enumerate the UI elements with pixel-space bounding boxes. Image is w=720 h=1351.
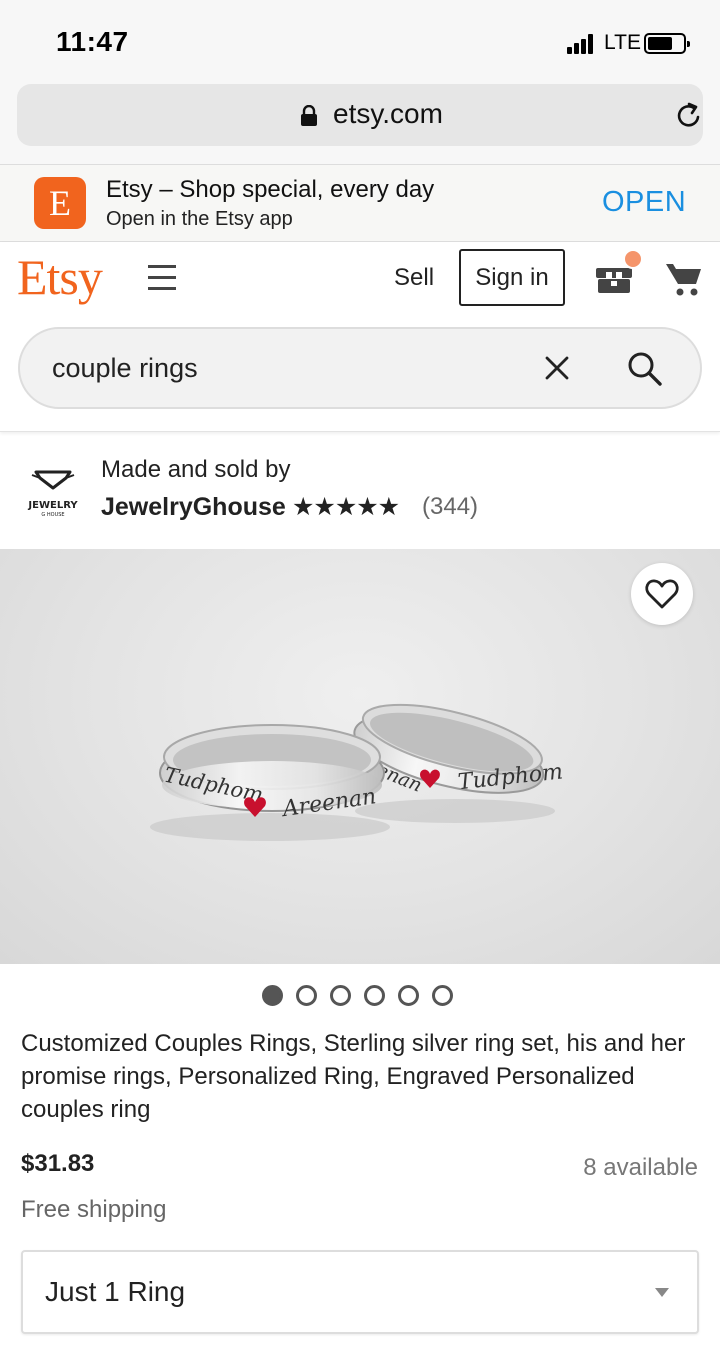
review-count[interactable]: (344) [422,493,478,521]
lock-icon [301,105,317,126]
sign-in-button[interactable]: Sign in [459,249,565,306]
search-icon[interactable] [626,350,664,388]
reload-icon[interactable] [673,100,705,132]
etsy-app-icon: E [34,177,86,229]
shop-logo: JEWELRY G HOUSE [27,470,78,518]
product-image[interactable]: Areenan Tudphom Tudphom Areenan [0,549,720,964]
carousel-dot[interactable] [398,985,419,1006]
variation-selected: Just 1 Ring [45,1276,186,1307]
signal-icon [567,34,599,54]
app-install-banner: E Etsy – Shop special, every day Open in… [0,164,720,242]
shipping-info: Free shipping [21,1196,167,1223]
seller-info[interactable]: JEWELRY G HOUSE Made and sold by Jewelry… [0,436,720,548]
url-text: etsy.com [333,98,443,129]
carousel-dot[interactable] [262,985,283,1006]
favorite-button[interactable] [631,563,693,625]
availability: 8 available [583,1154,698,1181]
notification-dot [623,249,643,269]
site-header: Etsy Sell Sign in couple rings [0,242,720,432]
browser-toolbar: etsy.com [0,84,720,164]
carousel-dot[interactable] [432,985,453,1006]
network-label: LTE [604,31,641,54]
address-bar[interactable]: etsy.com [17,84,703,146]
heart-icon [645,579,679,609]
etsy-logo[interactable]: Etsy [17,248,103,306]
banner-title: Etsy – Shop special, every day [106,176,435,203]
price: $31.83 [21,1150,95,1177]
status-time: 11:47 [56,26,129,57]
made-by-label: Made and sold by [101,456,291,483]
carousel-dot[interactable] [296,985,317,1006]
sell-link[interactable]: Sell [394,264,434,292]
variation-select[interactable]: Just 1 Ring [21,1250,699,1334]
menu-icon[interactable] [148,265,176,291]
open-app-button[interactable]: OPEN [602,186,686,219]
status-bar: 11:47 LTE [0,0,720,84]
image-carousel-dots[interactable] [262,985,462,1007]
clear-search-icon[interactable] [544,355,570,381]
search-query: couple rings [52,353,198,383]
svg-text:G HOUSE: G HOUSE [41,512,64,518]
battery-icon [644,33,690,54]
cart-icon[interactable] [664,259,704,299]
banner-subtitle: Open in the Etsy app [106,208,293,230]
star-rating: ★★★★★ [292,493,400,521]
rings-photo: Areenan Tudphom Tudphom Areenan [150,703,564,841]
svg-text:JEWELRY: JEWELRY [27,500,78,511]
listing-title: Customized Couples Rings, Sterling silve… [21,1030,686,1123]
search-input[interactable]: couple rings [18,327,702,409]
shop-name[interactable]: JewelryGhouse [101,493,286,522]
carousel-dot[interactable] [330,985,351,1006]
chevron-down-icon [655,1288,669,1297]
carousel-dot[interactable] [364,985,385,1006]
